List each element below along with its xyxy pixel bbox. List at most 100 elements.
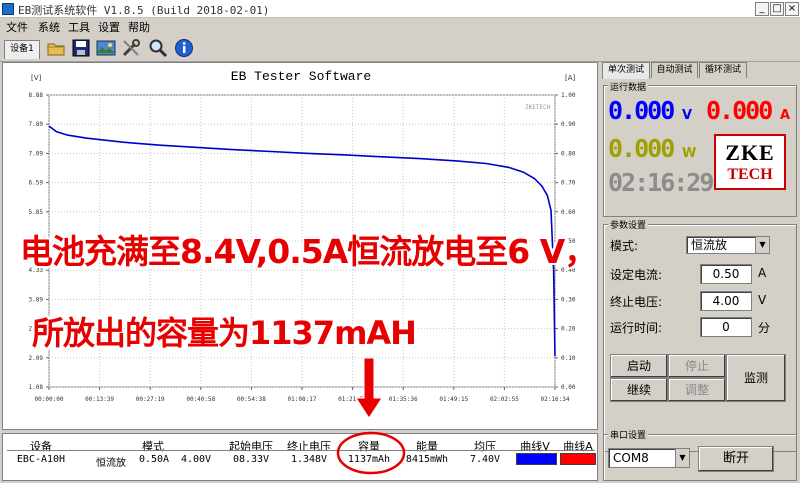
menu-system[interactable]: 系统 (38, 19, 60, 35)
y-right-tick-label: 0.60 (561, 209, 576, 216)
monitor-button[interactable]: 监测 (726, 354, 786, 402)
cell-avg-voltage: 7.40V (469, 454, 501, 465)
y-left-tick-label: 3.89 (29, 296, 44, 303)
menu-help[interactable]: 帮助 (128, 19, 150, 35)
runtime-field[interactable]: 0 (700, 317, 752, 337)
col-device: 设备 (30, 440, 52, 453)
x-tick-label: 00:27:19 (136, 396, 165, 403)
results-table: 设备 模式 起始电压 终止电压 容量 能量 均压 曲线V 曲线A EBC-A10… (2, 431, 598, 481)
chevron-down-icon[interactable]: ▼ (755, 237, 769, 253)
cutoff-label: 终止电压: (610, 295, 663, 309)
control-panel: 单次测试 自动测试 循环测试 运行数据 0.000 V 0.000 A 0.00… (600, 62, 800, 483)
current-readout: 0.000 (706, 96, 773, 125)
y-right-tick-label: 1.00 (561, 92, 576, 99)
x-tick-label: 02:16:34 (541, 396, 570, 403)
folder-icon[interactable] (46, 38, 66, 58)
y-right-tick-label: 0.10 (561, 355, 576, 362)
stop-button[interactable]: 停止 (668, 354, 726, 378)
y-right-tick-label: 0.90 (561, 121, 576, 128)
menu-file[interactable]: 文件 (6, 19, 28, 35)
eb-tester-window: EB测试系统软件 V1.8.5 (Build 2018-02-01) _ □ ×… (0, 0, 800, 483)
current-label: 设定电流: (610, 268, 663, 282)
continue-button[interactable]: 继续 (610, 378, 668, 402)
chevron-down-icon[interactable]: ▼ (675, 449, 689, 467)
y-left-tick-label: 2.09 (29, 355, 44, 362)
arrow-down-icon (355, 358, 383, 419)
menu-tools[interactable]: 工具 (68, 19, 90, 35)
y-left-tick-label: 7.80 (29, 121, 44, 128)
serial-label: 串口设置 (608, 428, 649, 441)
tab-cycle-test[interactable]: 循环测试 (699, 62, 747, 78)
app-icon (2, 3, 14, 15)
close-button[interactable]: × (785, 2, 799, 16)
cell-mode-current: 0.50A (138, 454, 170, 465)
info-icon[interactable] (174, 38, 194, 58)
highlight-ellipse (336, 431, 406, 475)
run-data-label: 运行数据 (608, 80, 649, 93)
cell-start-voltage: 08.33V (232, 454, 270, 465)
tab-auto-test[interactable]: 自动测试 (651, 62, 698, 78)
cell-end-voltage: 1.348V (290, 454, 328, 465)
runtime-label: 运行时间: (610, 321, 663, 335)
x-tick-label: 02:02:55 (490, 396, 519, 403)
x-tick-label: 00:13:39 (85, 396, 114, 403)
power-unit: W (682, 146, 697, 161)
y-left-tick-label: 7.09 (29, 150, 44, 157)
device-tab[interactable]: 设备1 (4, 40, 40, 59)
mode-select[interactable]: 恒流放 ▼ (686, 236, 770, 254)
col-avg-voltage: 均压 (474, 440, 496, 453)
y-left-tick-label: 1.08 (29, 384, 44, 391)
logo-bottom: TECH (727, 166, 773, 183)
zketech-logo: ZKE TECH (714, 134, 786, 190)
y-right-tick-label: 0.00 (561, 384, 576, 391)
cutoff-field[interactable]: 4.00 (700, 291, 752, 311)
com-port-select[interactable]: COM8 ▼ (608, 448, 690, 468)
maximize-button[interactable]: □ (770, 2, 784, 16)
curve-v-swatch[interactable] (516, 453, 557, 465)
cell-device: EBC-A10H (16, 454, 66, 465)
title-bar: EB测试系统软件 V1.8.5 (Build 2018-02-01) _ □ × (0, 0, 800, 18)
current-unit: A (780, 108, 791, 123)
chart-watermark: ZKETECH (525, 104, 551, 111)
toolbar: 设备1 (0, 35, 800, 62)
x-tick-label: 00:40:58 (186, 396, 215, 403)
save-icon[interactable] (71, 38, 91, 58)
x-tick-label: 01:08:17 (288, 396, 317, 403)
cell-energy: 8415mWh (405, 454, 449, 465)
col-curve-v: 曲线V (520, 440, 550, 453)
image-icon[interactable] (96, 38, 116, 58)
voltage-readout: 0.000 (608, 96, 675, 125)
x-tick-label: 01:35:36 (389, 396, 418, 403)
param-label: 参数设置 (608, 218, 649, 231)
x-tick-label: 00:54:38 (237, 396, 266, 403)
table-divider (7, 450, 595, 451)
window-title: EB测试系统软件 V1.8.5 (Build 2018-02-01) (18, 4, 270, 17)
start-button[interactable]: 启动 (610, 354, 668, 378)
adjust-button[interactable]: 调整 (668, 378, 726, 402)
col-curve-a: 曲线A (563, 440, 593, 453)
cutoff-unit-label: V (758, 293, 767, 307)
y-right-tick-label: 0.20 (561, 326, 576, 333)
col-end-voltage: 终止电压 (287, 440, 331, 453)
power-readout: 0.000 (608, 134, 675, 163)
tab-single-test[interactable]: 单次测试 (602, 62, 650, 79)
search-icon[interactable] (148, 38, 168, 58)
param-group (603, 224, 797, 452)
x-tick-label: 00:00:00 (35, 396, 64, 403)
y-left-tick-label: 8.88 (29, 92, 44, 99)
cell-mode: 恒流放 (96, 458, 126, 469)
curve-a-swatch[interactable] (560, 453, 596, 465)
tools-icon[interactable] (121, 38, 141, 58)
y-right-tick-label: 0.80 (561, 150, 576, 157)
current-field[interactable]: 0.50 (700, 264, 752, 284)
menu-bar: 文件 系统 工具 设置 帮助 (0, 18, 800, 35)
minimize-button[interactable]: _ (755, 2, 769, 16)
disconnect-button[interactable]: 断开 (698, 446, 774, 472)
annotation-line-2: 所放出的容量为1137mAH (32, 314, 417, 352)
mode-select-value: 恒流放 (691, 238, 728, 252)
menu-settings[interactable]: 设置 (98, 19, 120, 35)
cell-mode-voltage: 4.00V (180, 454, 212, 465)
runtime-unit-label: 分 (758, 321, 771, 335)
timer-readout: 02:16:29 (608, 168, 714, 197)
annotation-line-1: 电池充满至8.4V,0.5A恒流放电至6 V， (20, 232, 597, 271)
